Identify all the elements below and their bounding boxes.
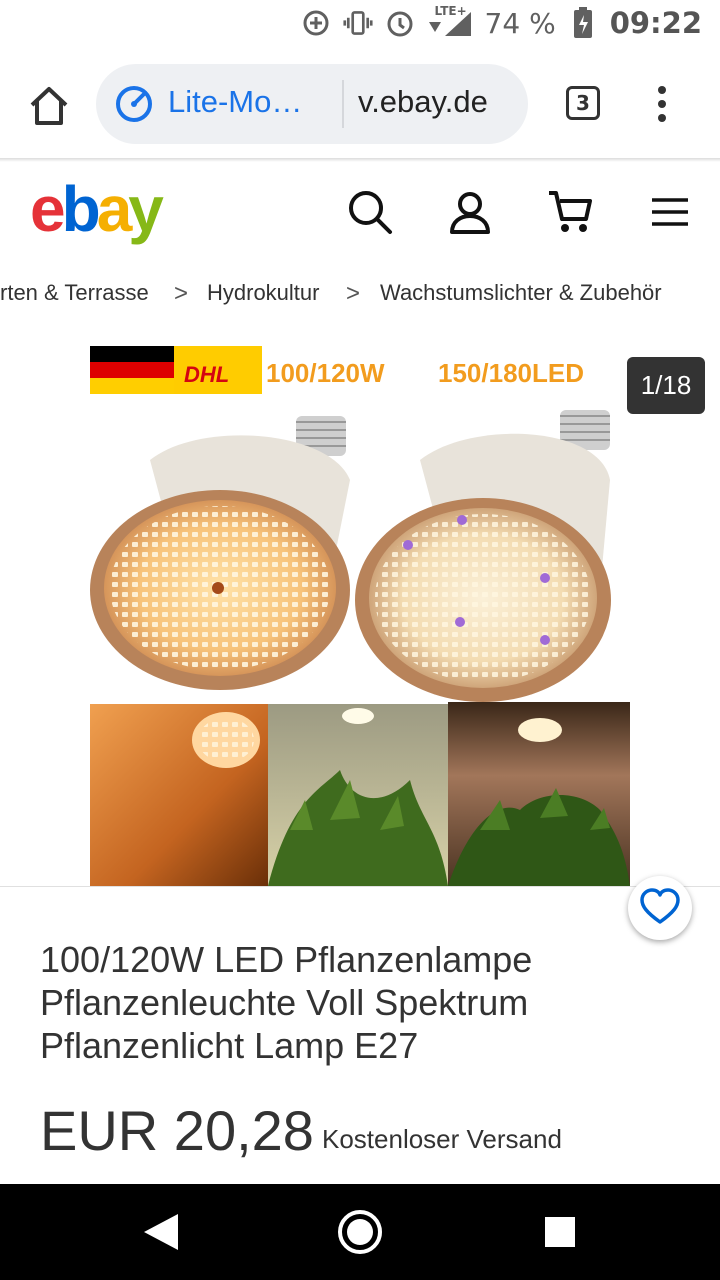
hamburger-menu-icon (652, 198, 688, 226)
alarm-icon (385, 8, 415, 38)
system-nav-bar (0, 1184, 720, 1280)
signal-icon: LTE+ (427, 4, 473, 38)
url-text[interactable]: v.ebay.de (358, 84, 518, 120)
logo-letter-y: y (128, 173, 164, 245)
address-bar[interactable]: Lite-Mo… v.ebay.de (96, 64, 528, 144)
data-saver-icon (301, 8, 331, 38)
breadcrumb-item-garden[interactable]: rten & Terrasse (0, 280, 149, 306)
banner-wattage: 100/120W (266, 358, 385, 388)
watchlist-button[interactable] (628, 876, 692, 940)
breadcrumb-separator: > (174, 280, 189, 307)
vibrate-icon (342, 8, 373, 38)
more-vert-icon (658, 86, 666, 122)
heart-icon (640, 888, 680, 924)
home-button[interactable] (26, 83, 72, 129)
lamp-photos-strip (90, 702, 630, 886)
title-line: 100/120W LED Pflanzenlampe (40, 939, 533, 980)
banner: DHL 100/120W 150/180LED (90, 346, 584, 394)
hamburger-menu-button[interactable] (648, 188, 696, 236)
back-icon (144, 1214, 178, 1250)
browser-menu-button[interactable] (652, 84, 672, 124)
product-image[interactable]: DHL 100/120W 150/180LED (0, 330, 720, 886)
tab-switcher-button[interactable]: 3 (566, 86, 600, 120)
gallery-divider (0, 886, 720, 887)
breadcrumb-item-grow-lights[interactable]: Wachstumslichter & Zubehör (380, 280, 662, 306)
product-price: EUR 20,28 (40, 1099, 314, 1162)
home-circle-icon (338, 1210, 382, 1254)
lamp-image-left (90, 416, 350, 690)
network-type: LTE+ (434, 4, 467, 18)
shipping-info: Kostenloser Versand (322, 1124, 562, 1154)
breadcrumb: rten & Terrasse > Hydrokultur > Wachstum… (0, 270, 720, 316)
lite-mode-icon (114, 84, 154, 124)
battery-percent: 74 % (484, 6, 556, 40)
lamp-image-right (355, 410, 611, 702)
status-bar: LTE+ 74 % 09:22 (0, 0, 720, 50)
title-line: Pflanzenlicht Lamp E27 (40, 1025, 419, 1066)
clock: 09:22 (609, 6, 702, 40)
title-line: Pflanzenleuchte Voll Spektrum (40, 982, 529, 1023)
cart-icon (549, 191, 592, 232)
banner-led-count: 150/180LED (438, 358, 584, 388)
product-title: 100/120W LED Pflanzenlampe Pflanzenleuch… (40, 938, 640, 1067)
ebay-header: ebay (0, 162, 720, 262)
search-icon (349, 191, 392, 234)
breadcrumb-item-hydroculture[interactable]: Hydrokultur (207, 280, 319, 306)
search-button[interactable] (346, 188, 394, 236)
lite-mode-label[interactable]: Lite-Mo… (168, 84, 302, 120)
home-icon (30, 87, 68, 125)
account-icon (450, 192, 490, 234)
url-divider (342, 80, 344, 128)
home-nav-button[interactable] (336, 1208, 384, 1256)
account-button[interactable] (446, 188, 494, 236)
cart-button[interactable] (546, 188, 594, 236)
logo-letter-e: e (30, 173, 66, 245)
dhl-logo-text: DHL (184, 362, 229, 387)
ebay-logo[interactable]: ebay (30, 172, 164, 246)
logo-letter-a: a (96, 173, 133, 245)
recents-icon (545, 1217, 575, 1247)
battery-icon (568, 7, 598, 38)
image-counter: 1/18 (627, 357, 705, 414)
product-image-gallery[interactable]: DHL 100/120W 150/180LED (0, 330, 720, 886)
breadcrumb-separator: > (346, 280, 361, 307)
recents-button[interactable] (536, 1208, 584, 1256)
logo-letter-b: b (61, 173, 101, 245)
back-button[interactable] (136, 1208, 184, 1256)
browser-toolbar: Lite-Mo… v.ebay.de 3 (0, 50, 720, 160)
